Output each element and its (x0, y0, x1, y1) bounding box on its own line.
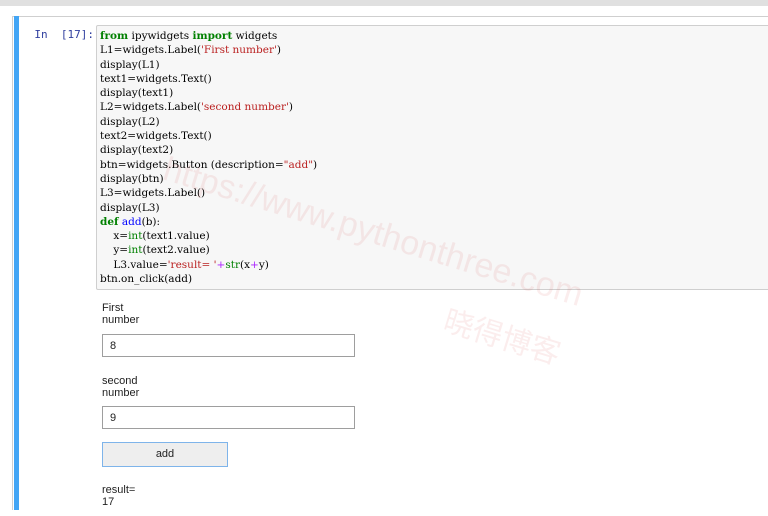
code-token: display(text1) (100, 87, 173, 99)
second-number-input[interactable] (102, 406, 355, 429)
code-token: L3=widgets.Label() (100, 187, 205, 199)
code-token: 'result= ' (168, 259, 217, 271)
code-line: x=int(text1.value) (100, 229, 317, 243)
code-token: display(L3) (100, 202, 160, 214)
input-prompt: In [17]: (22, 28, 94, 41)
code-token: (text2.value) (142, 244, 209, 256)
code-line: display(btn) (100, 172, 317, 186)
code-line: L2=widgets.Label('second number') (100, 100, 317, 114)
code-token: "add" (284, 159, 313, 171)
code-token: def (100, 216, 119, 228)
code-token: str (225, 259, 240, 271)
code-token: display(L2) (100, 116, 160, 128)
code-token: btn.on_click(add) (100, 273, 192, 285)
code-token: display(text2) (100, 144, 173, 156)
code-line: L3=widgets.Label() (100, 186, 317, 200)
code-token: y= (100, 244, 128, 256)
code-editor[interactable]: from ipywidgets import widgetsL1=widgets… (96, 25, 768, 290)
code-token: import (192, 30, 232, 42)
code-token: 'First number' (201, 44, 277, 56)
code-token: (b): (142, 216, 160, 228)
selected-cell-indicator (14, 16, 19, 510)
code-token: ) (289, 101, 293, 113)
code-token: L1=widgets.Label( (100, 44, 201, 56)
code-line: L1=widgets.Label('First number') (100, 43, 317, 57)
code-token: from (100, 30, 128, 42)
first-number-label: First number (102, 302, 139, 326)
code-text[interactable]: from ipywidgets import widgetsL1=widgets… (100, 29, 317, 286)
code-token: 'second number' (201, 101, 289, 113)
code-token: widgets (232, 30, 277, 42)
code-line: display(text1) (100, 86, 317, 100)
code-token: (text1.value) (142, 230, 209, 242)
code-line: btn.on_click(add) (100, 272, 317, 286)
code-token: x= (100, 230, 128, 242)
notebook-page: In [17]: from ipywidgets import widgetsL… (0, 0, 768, 516)
code-token: text2=widgets.Text() (100, 130, 212, 142)
code-token: add (122, 216, 142, 228)
first-number-input[interactable] (102, 334, 355, 357)
code-line: display(L3) (100, 201, 317, 215)
code-token: display(L1) (100, 59, 160, 71)
code-token: (x (240, 259, 250, 271)
code-token: text1=widgets.Text() (100, 73, 212, 85)
code-token: btn=widgets.Button (description= (100, 159, 284, 171)
second-number-label: second number (102, 375, 139, 399)
code-token: int (128, 244, 142, 256)
code-token: y) (259, 259, 269, 271)
code-line: def add(b): (100, 215, 317, 229)
code-line: display(L1) (100, 58, 317, 72)
add-button[interactable]: add (102, 442, 228, 467)
code-line: L3.value='result= '+str(x+y) (100, 258, 317, 272)
code-token: + (250, 259, 259, 271)
code-token: L2=widgets.Label( (100, 101, 201, 113)
code-line: display(L2) (100, 115, 317, 129)
code-token: L3.value= (100, 259, 168, 271)
code-token: ipywidgets (128, 30, 192, 42)
code-line: btn=widgets.Button (description="add") (100, 158, 317, 172)
code-token: ) (277, 44, 281, 56)
code-token: display(btn) (100, 173, 164, 185)
code-line: text1=widgets.Text() (100, 72, 317, 86)
code-line: y=int(text2.value) (100, 243, 317, 257)
code-line: from ipywidgets import widgets (100, 29, 317, 43)
code-token: ) (313, 159, 317, 171)
code-token: int (128, 230, 142, 242)
code-line: text2=widgets.Text() (100, 129, 317, 143)
result-label: result= 17 (102, 484, 135, 508)
code-line: display(text2) (100, 143, 317, 157)
